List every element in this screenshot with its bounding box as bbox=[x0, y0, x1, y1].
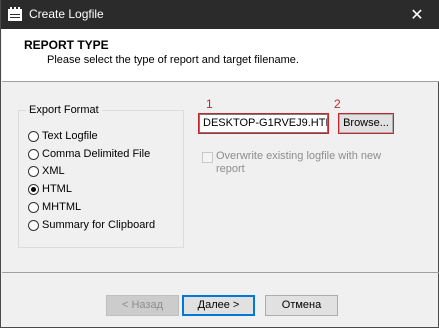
close-icon: ✕ bbox=[410, 6, 424, 24]
close-button[interactable]: ✕ bbox=[394, 0, 439, 29]
wizard-header: REPORT TYPE Please select the type of re… bbox=[2, 29, 439, 82]
annotation-marker-2: 2 bbox=[334, 97, 341, 111]
radio-label: Text Logfile bbox=[42, 130, 98, 142]
page-title: REPORT TYPE bbox=[24, 38, 109, 52]
radio-mhtml[interactable]: MHTML bbox=[28, 199, 81, 215]
footer-separator bbox=[2, 272, 439, 273]
radio-button[interactable] bbox=[28, 201, 39, 213]
radio-button[interactable] bbox=[28, 130, 39, 142]
radio-button[interactable] bbox=[28, 219, 39, 231]
overwrite-label: Overwrite existing logfile with new repo… bbox=[216, 150, 382, 175]
cancel-button[interactable]: Отмена bbox=[265, 295, 338, 316]
app-icon bbox=[8, 7, 22, 21]
radio-xml[interactable]: XML bbox=[28, 163, 65, 179]
radio-comma-delimited[interactable]: Comma Delimited File bbox=[28, 146, 150, 162]
radio-button-selected[interactable] bbox=[28, 183, 39, 195]
overwrite-checkbox[interactable] bbox=[202, 152, 213, 163]
browse-button[interactable]: Browse... bbox=[338, 113, 394, 134]
radio-label: Comma Delimited File bbox=[42, 148, 151, 160]
radio-label: MHTML bbox=[42, 201, 82, 213]
create-logfile-window: Create Logfile ✕ REPORT TYPE Please sele… bbox=[0, 0, 439, 328]
radio-text-logfile[interactable]: Text Logfile bbox=[28, 128, 98, 144]
radio-label: Summary for Clipboard bbox=[42, 219, 156, 231]
title-bar[interactable]: Create Logfile ✕ bbox=[1, 0, 439, 29]
radio-button[interactable] bbox=[28, 165, 39, 177]
radio-summary-clipboard[interactable]: Summary for Clipboard bbox=[28, 217, 155, 233]
radio-html[interactable]: HTML bbox=[28, 181, 72, 197]
next-button[interactable]: Далее > bbox=[182, 295, 255, 316]
page-subtitle: Please select the type of report and tar… bbox=[47, 54, 299, 66]
radio-label: HTML bbox=[42, 183, 72, 195]
export-format-label: Export Format bbox=[26, 104, 102, 116]
radio-button[interactable] bbox=[28, 148, 39, 160]
back-button[interactable]: < Назад bbox=[106, 295, 179, 316]
window-title: Create Logfile bbox=[29, 7, 104, 21]
annotation-marker-1: 1 bbox=[206, 97, 213, 111]
radio-label: XML bbox=[42, 165, 65, 177]
filename-input[interactable]: DESKTOP-G1RVEJ9.HTM bbox=[198, 113, 329, 134]
